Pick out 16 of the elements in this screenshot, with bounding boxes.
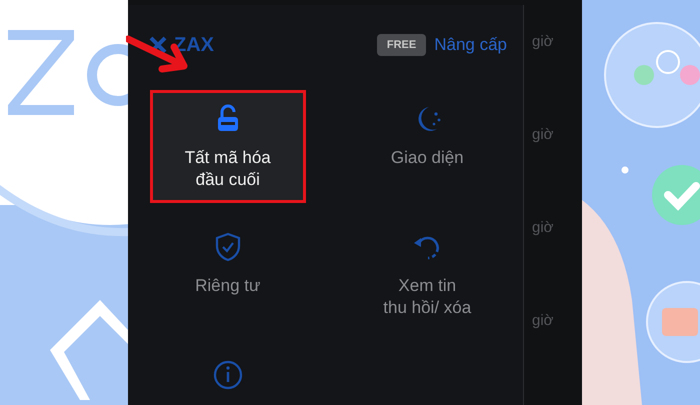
plan-badge: FREE	[376, 34, 426, 56]
time-label: giờ	[532, 126, 555, 145]
tile-label: Riêng tư	[195, 275, 260, 297]
time-label: giờ	[532, 312, 555, 331]
menu-tile[interactable]: Giao diện	[350, 90, 505, 208]
time-label: giờ	[532, 33, 555, 52]
logo-icon	[148, 35, 168, 55]
menu-tile[interactable]: Tất mã hóa đầu cuối	[150, 90, 306, 203]
tile-label: Giao diện	[390, 147, 464, 169]
upgrade-link[interactable]: Nâng cấp	[434, 35, 507, 55]
menu-tile[interactable]: Xem tin thu hồi/ xóa	[350, 218, 505, 336]
tile-label: Xem tin thu hồi/ xóa	[383, 275, 472, 319]
menu-tile[interactable]: Riêng tư	[150, 218, 306, 336]
tile-label: Tất mã hóa đầu cuối	[184, 147, 271, 191]
time-label: giờ	[532, 219, 555, 238]
info-icon	[212, 359, 244, 391]
